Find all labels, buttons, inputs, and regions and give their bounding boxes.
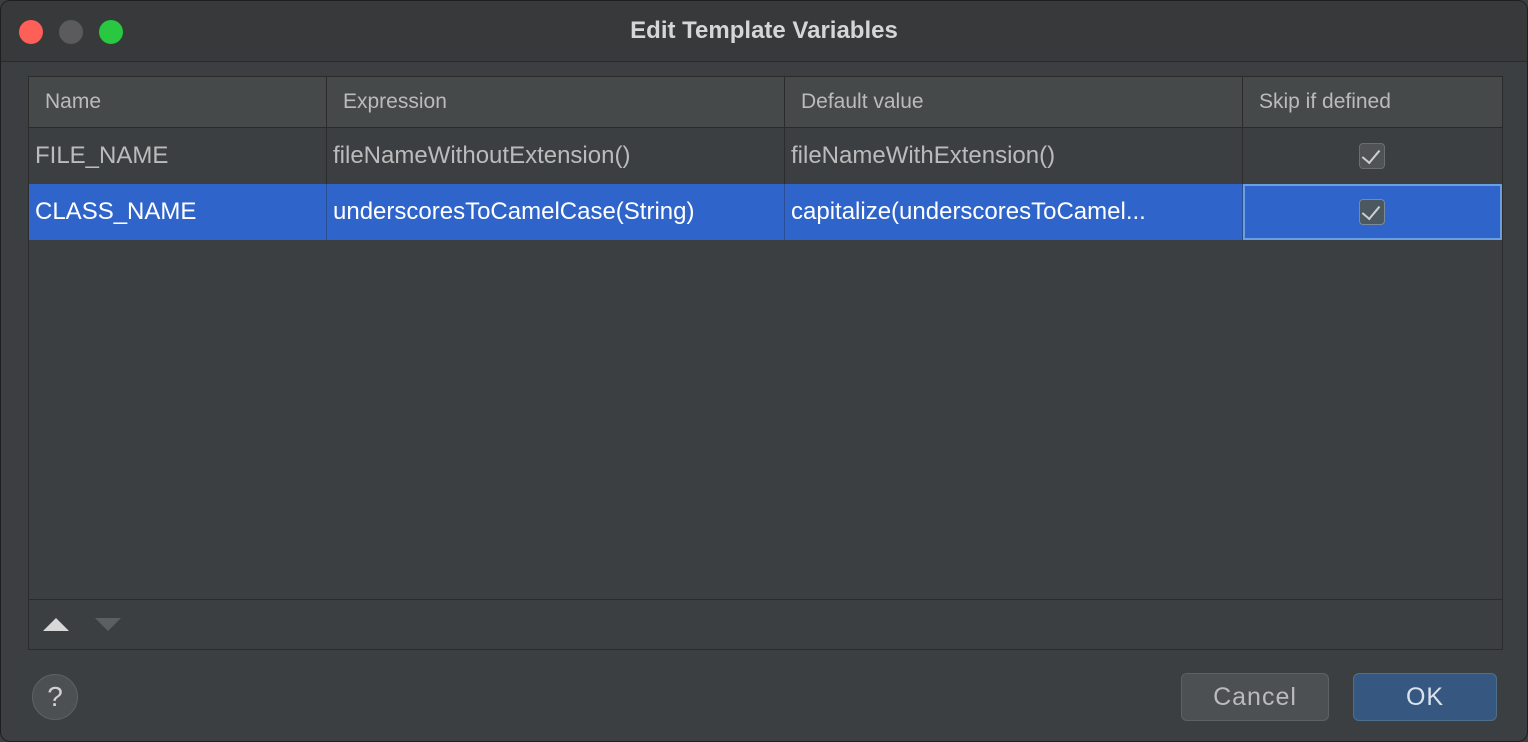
name-cell[interactable]: FILE_NAME [29,128,327,184]
name-cell[interactable]: CLASS_NAME [29,184,327,240]
default-value-cell[interactable]: capitalize(underscoresToCamel... [785,184,1243,240]
expression-cell[interactable]: fileNameWithoutExtension() [327,128,785,184]
table-row[interactable]: FILE_NAME fileNameWithoutExtension() fil… [29,128,1502,185]
title-bar: Edit Template Variables [1,1,1527,62]
table-toolbar [29,599,1502,649]
skip-if-defined-cell[interactable] [1243,128,1502,184]
skip-if-defined-checkbox[interactable] [1359,199,1385,225]
checkmark-icon [1361,144,1381,165]
expression-cell[interactable]: underscoresToCamelCase(String) [327,184,785,240]
ok-button[interactable]: OK [1353,673,1497,721]
column-header-expression[interactable]: Expression [327,77,785,127]
column-header-skip-if-defined[interactable]: Skip if defined [1243,77,1502,127]
checkmark-icon [1361,200,1381,221]
cancel-button[interactable]: Cancel [1181,673,1329,721]
skip-if-defined-checkbox[interactable] [1359,143,1385,169]
variables-table: Name Expression Default value Skip if de… [28,76,1503,650]
arrow-down-icon[interactable] [95,618,121,631]
table-row-selected[interactable]: CLASS_NAME underscoresToCamelCase(String… [29,184,1502,240]
table-header: Name Expression Default value Skip if de… [29,77,1502,128]
edit-template-variables-dialog: Edit Template Variables Name Expression … [0,0,1528,742]
column-header-default-value[interactable]: Default value [785,77,1243,127]
skip-if-defined-cell[interactable] [1243,184,1502,240]
help-button[interactable]: ? [32,674,78,720]
window-title: Edit Template Variables [630,17,898,44]
column-header-name[interactable]: Name [29,77,327,127]
arrow-up-icon[interactable] [43,618,69,631]
default-value-cell[interactable]: fileNameWithExtension() [785,128,1243,184]
